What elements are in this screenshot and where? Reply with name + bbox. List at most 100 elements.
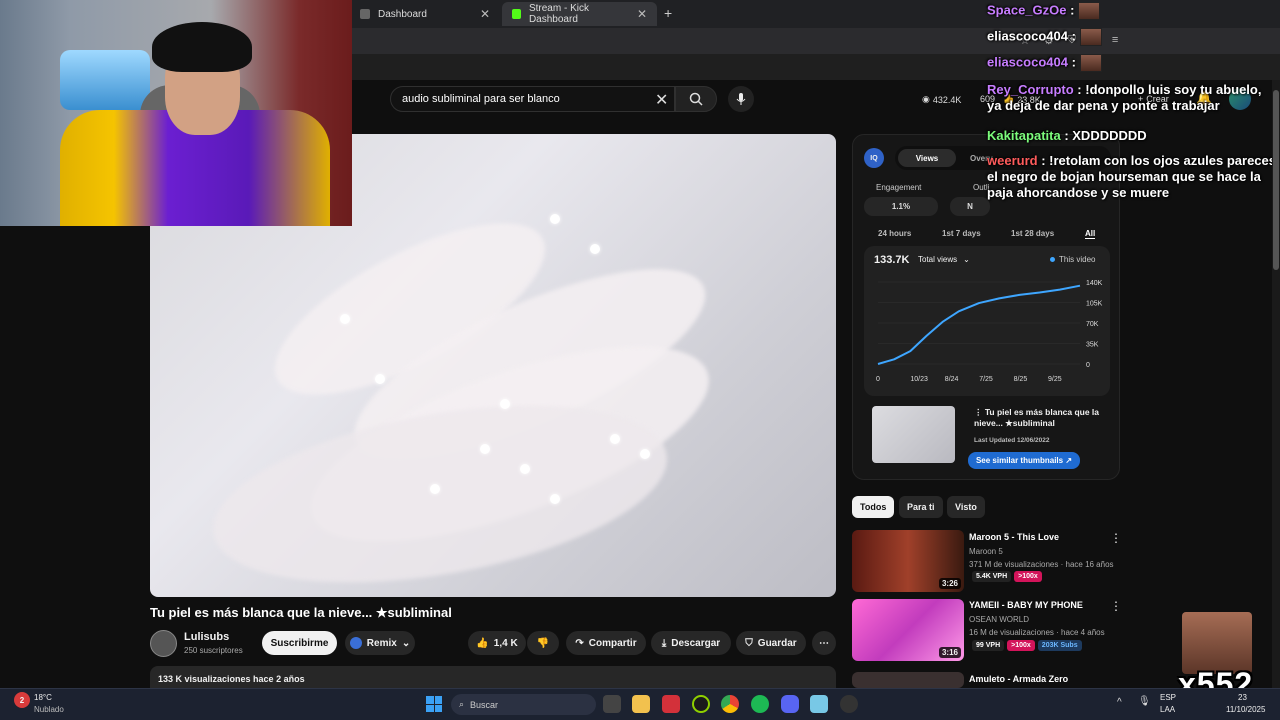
search-value: audio subliminal para ser blanco xyxy=(402,93,560,105)
scrollbar-thumb[interactable] xyxy=(1273,90,1279,270)
new-tab-button[interactable]: + xyxy=(664,5,672,21)
share-label: Compartir xyxy=(588,637,637,649)
duration-badge: 3:16 xyxy=(938,647,961,658)
vidiq-icon: IQ xyxy=(864,148,884,168)
download-button[interactable]: ⤓ Descargar xyxy=(651,631,731,655)
vph-badge: 5.4K VPH xyxy=(972,571,1012,582)
flower xyxy=(430,484,440,494)
range-all[interactable]: All xyxy=(1085,229,1096,239)
task-view-icon[interactable] xyxy=(603,695,621,713)
outlier-badge: >100x xyxy=(1007,640,1035,651)
chat-text: XDDDDDDD xyxy=(1072,128,1147,143)
chat-message: Rey_Corrupto : !donpollo luis soy tu abu… xyxy=(987,82,1262,113)
rec-thumbnail[interactable]: 3:16 xyxy=(852,599,964,661)
weather-temp[interactable]: 18°C xyxy=(34,693,52,702)
range-24h[interactable]: 24 hours xyxy=(878,229,911,238)
range-28d[interactable]: 1st 28 days xyxy=(1011,229,1054,238)
chip-all[interactable]: Todos xyxy=(852,496,895,518)
remix-button[interactable]: Remix ⌄ xyxy=(345,631,415,655)
obs-icon[interactable] xyxy=(840,695,858,713)
scrollbar[interactable] xyxy=(1272,80,1280,688)
dislike-button[interactable]: 👎 xyxy=(527,631,559,655)
chat-user: Kakitapatita xyxy=(987,128,1061,143)
chrome-icon[interactable] xyxy=(721,695,739,713)
app-icon[interactable] xyxy=(692,695,710,713)
outlier-badge: >100x xyxy=(1014,571,1042,582)
spotify-icon[interactable] xyxy=(751,695,769,713)
rec-meta: 371 M de visualizaciones · hace 16 años xyxy=(969,560,1114,569)
emote-image xyxy=(1182,612,1252,674)
download-label: Descargar xyxy=(671,637,721,649)
chat-message: eliascoco404 : xyxy=(987,28,1102,46)
flower xyxy=(640,449,650,459)
app-icon[interactable] xyxy=(662,695,680,713)
channel-name[interactable]: Lulisubs xyxy=(184,631,229,643)
more-actions-button[interactable]: ⋯ xyxy=(812,631,836,655)
rec-thumbnail[interactable] xyxy=(852,672,964,688)
language-top[interactable]: ESP xyxy=(1160,693,1176,702)
voice-search-button[interactable] xyxy=(728,86,754,112)
search-input[interactable]: audio subliminal para ser blanco xyxy=(390,86,675,112)
more-icon[interactable]: ⋮ xyxy=(1110,531,1122,545)
thumbs-down-icon: 👎 xyxy=(536,637,550,649)
remix-icon xyxy=(349,637,362,649)
y-tick-label: 105K xyxy=(1086,301,1103,308)
y-tick-label: 35K xyxy=(1086,342,1099,349)
clock-time[interactable]: 23 xyxy=(1238,693,1247,702)
y-tick-label: 140K xyxy=(1086,280,1103,287)
poster xyxy=(60,50,150,110)
close-icon[interactable]: ✕ xyxy=(637,7,647,21)
video-thumbnail[interactable] xyxy=(872,406,955,463)
windows-start-icon[interactable] xyxy=(426,696,442,712)
channel-avatar[interactable] xyxy=(150,630,177,657)
chip-for-you[interactable]: Para ti xyxy=(899,496,943,518)
rec-title[interactable]: YAMEII - BABY MY PHONE xyxy=(969,600,1083,610)
mic-icon[interactable]: 🎙 xyxy=(1138,696,1151,707)
chat-message: eliascoco404 : xyxy=(987,54,1102,72)
like-button[interactable]: 👍 1,4 K xyxy=(468,631,526,655)
tab-dashboard[interactable]: Dashboard ✕ xyxy=(350,2,500,26)
tab-kick-dashboard[interactable]: Stream - Kick Dashboard ✕ xyxy=(502,2,657,26)
video-title: Tu piel es más blanca que la nieve... ★s… xyxy=(150,605,452,620)
rec-title[interactable]: Amuleto - Armada Zero xyxy=(969,674,1068,684)
file-explorer-icon[interactable] xyxy=(632,695,650,713)
discord-icon[interactable] xyxy=(781,695,799,713)
similar-thumbnails-button[interactable]: See similar thumbnails ↗ xyxy=(968,452,1080,469)
taskbar-search[interactable]: ⌕ Buscar xyxy=(451,694,596,715)
rec-thumbnail[interactable]: 3:26 xyxy=(852,530,964,592)
search-button[interactable] xyxy=(675,86,717,112)
range-7d[interactable]: 1st 7 days xyxy=(942,229,981,238)
chat-user: Rey_Corrupto xyxy=(987,82,1074,97)
notification-badge: 2 xyxy=(14,692,30,708)
emote-icon xyxy=(1079,28,1102,46)
rec-title[interactable]: Maroon 5 - This Love xyxy=(969,532,1059,542)
x-tick-label: 0 xyxy=(876,376,880,383)
chat-user: weerurd xyxy=(987,153,1038,168)
chip-watched[interactable]: Visto xyxy=(947,496,985,518)
clear-search-icon[interactable]: ✕ xyxy=(655,90,668,110)
tab-views[interactable]: Views xyxy=(898,149,956,167)
chat-message: Space_GzOe : xyxy=(987,2,1101,20)
share-button[interactable]: ↷ Compartir xyxy=(566,631,646,655)
more-icon[interactable]: ⋮ xyxy=(1110,599,1122,613)
y-tick-label: 70K xyxy=(1086,321,1099,328)
emote-icon xyxy=(1078,2,1101,20)
chat-user: Space_GzOe xyxy=(987,2,1067,18)
subscribe-button[interactable]: Suscribirme xyxy=(262,631,337,655)
menu-icon[interactable]: ≡ xyxy=(1112,34,1118,47)
save-button[interactable]: ⛉ Guardar xyxy=(736,631,806,655)
outlier-value: N xyxy=(950,197,990,216)
thumbs-up-icon: 👍 xyxy=(476,637,489,649)
chevron-up-icon[interactable]: ^ xyxy=(1117,697,1122,708)
notepad-icon[interactable] xyxy=(810,695,828,713)
last-updated: Last Updated 12/06/2022 xyxy=(974,437,1050,444)
language-bottom: LAA xyxy=(1160,705,1176,714)
total-views-select[interactable]: Total views ⌄ xyxy=(914,252,984,267)
webcam-overlay xyxy=(0,0,352,226)
close-icon[interactable]: ✕ xyxy=(480,7,490,21)
more-icon: ⋯ xyxy=(819,637,829,649)
rec-channel[interactable]: Maroon 5 xyxy=(969,547,1003,556)
chevron-down-icon: ⌄ xyxy=(401,637,411,649)
chevron-down-icon: ⌄ xyxy=(963,255,970,264)
rec-channel[interactable]: OSEAN WORLD xyxy=(969,615,1029,624)
